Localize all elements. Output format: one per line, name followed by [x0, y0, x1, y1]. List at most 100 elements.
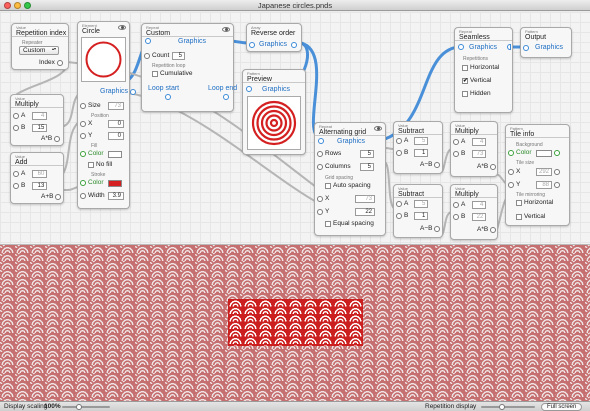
a-input-port[interactable] — [396, 201, 402, 207]
x-field[interactable]: 73 — [355, 195, 375, 203]
b-input-port[interactable] — [396, 150, 402, 156]
rows-input-port[interactable] — [317, 151, 323, 157]
a-field[interactable]: 4 — [472, 138, 487, 146]
size-input-port[interactable] — [80, 103, 86, 109]
fill-color-port[interactable] — [80, 151, 86, 157]
a-input-port[interactable] — [13, 171, 19, 177]
loop-start-port[interactable] — [165, 94, 171, 100]
b-input-port[interactable] — [396, 213, 402, 219]
y-input-port[interactable] — [317, 209, 323, 215]
hidden-checkbox[interactable] — [462, 91, 468, 97]
count-field[interactable]: 5 — [172, 52, 185, 60]
y-field[interactable]: 22 — [355, 208, 375, 216]
graphics-output-port[interactable] — [291, 42, 298, 48]
node-preview[interactable]: Pattern Preview Graphics — [242, 69, 306, 155]
repetition-display-knob[interactable] — [499, 404, 505, 410]
graphics-input-port[interactable] — [318, 138, 324, 144]
a-field[interactable]: 4 — [472, 201, 487, 209]
node-subtract-1[interactable]: Value Subtract A5 B1 A−B — [393, 121, 443, 174]
y-field[interactable]: 0 — [108, 132, 124, 140]
columns-field[interactable]: 5 — [360, 163, 374, 171]
node-add-1[interactable]: Value Add A 60 B 13 A+B — [10, 152, 64, 204]
b-field[interactable]: 22 — [472, 213, 487, 221]
stroke-color-swatch[interactable] — [108, 179, 122, 187]
count-input-port[interactable] — [144, 53, 150, 59]
x-input-port[interactable] — [80, 121, 86, 127]
tile-x-field[interactable]: 292 — [536, 168, 552, 176]
b-input-port[interactable] — [13, 183, 19, 189]
node-multiply-2[interactable]: Value Multiply A4 B 73 A*B — [450, 121, 498, 177]
b-field[interactable]: 15 — [32, 124, 48, 132]
a-field[interactable]: 4 — [32, 112, 48, 120]
a-input-port[interactable] — [396, 138, 402, 144]
background-color-swatch[interactable] — [536, 149, 552, 157]
repetition-display-slider[interactable] — [481, 404, 535, 410]
b-input-port[interactable] — [13, 125, 19, 131]
b-field[interactable]: 1 — [414, 212, 429, 220]
a-input-port[interactable] — [13, 113, 19, 119]
size-field[interactable]: 73 — [108, 102, 124, 110]
y-input-port[interactable] — [80, 133, 86, 139]
vertical-checkbox[interactable]: ✔ — [462, 78, 468, 84]
index-output-port[interactable] — [56, 60, 63, 66]
graphics-input-port[interactable] — [249, 42, 255, 48]
result-output-port[interactable] — [434, 226, 441, 232]
mirror-vertical-checkbox[interactable] — [516, 214, 522, 220]
node-reverse-order[interactable]: Array Reverse order Graphics — [246, 23, 302, 52]
graphics-input-port[interactable] — [458, 44, 464, 50]
graphics-output-port[interactable] — [507, 44, 511, 50]
b-input-port[interactable] — [453, 214, 459, 220]
node-tile-info[interactable]: Pattern Tile info Background Color Tile s… — [505, 124, 570, 226]
loop-end-port[interactable] — [223, 94, 229, 100]
node-repetition-index[interactable]: ValueRepetition index Repeater Custom In… — [11, 23, 69, 70]
x-field[interactable]: 0 — [108, 120, 124, 128]
background-color-output-port[interactable] — [554, 150, 560, 156]
width-field[interactable]: 3.9 — [108, 192, 124, 200]
no-fill-checkbox[interactable] — [88, 162, 94, 168]
display-scaling-knob[interactable] — [76, 404, 82, 410]
tile-y-input-port[interactable] — [508, 182, 514, 188]
fill-color-swatch[interactable] — [108, 150, 122, 158]
node-canvas[interactable]: ValueRepetition index Repeater Custom In… — [0, 12, 590, 245]
result-output-port[interactable] — [55, 194, 62, 200]
visibility-eye-icon[interactable] — [222, 27, 230, 32]
x-input-port[interactable] — [317, 196, 323, 202]
auto-spacing-checkbox[interactable] — [325, 183, 331, 189]
result-output-port[interactable] — [434, 162, 441, 168]
a-field[interactable]: 60 — [32, 170, 48, 178]
result-output-port[interactable] — [490, 227, 497, 233]
display-scaling-slider[interactable] — [62, 404, 110, 410]
horizontal-checkbox[interactable] — [462, 65, 468, 71]
node-seamless[interactable]: Repeat Seamless Graphics Repetitions Hori… — [454, 27, 513, 113]
node-custom[interactable]: Repeat Custom Graphics Count 5 Repetition … — [141, 23, 237, 112]
tile-x-input-port[interactable] — [508, 169, 514, 175]
columns-input-port[interactable] — [317, 164, 323, 170]
graphics-input-port[interactable] — [246, 86, 252, 92]
b-field[interactable]: 13 — [32, 182, 48, 190]
cumulative-checkbox[interactable] — [152, 71, 158, 77]
mirror-horizontal-checkbox[interactable] — [516, 200, 522, 206]
b-field[interactable]: 73 — [472, 150, 487, 158]
graphics-input-port[interactable] — [145, 38, 151, 44]
result-output-port[interactable] — [490, 164, 497, 170]
node-subtract-2[interactable]: Value Subtract A5 B1 A−B — [393, 184, 443, 238]
node-circle[interactable]: Element Circle Graphics Size 73 Position X… — [77, 21, 137, 209]
a-input-port[interactable] — [453, 202, 459, 208]
tile-y-field[interactable]: 88 — [536, 181, 552, 189]
graphics-output-port[interactable] — [130, 89, 137, 95]
equal-spacing-checkbox[interactable] — [325, 221, 331, 227]
graphics-input-port[interactable] — [523, 45, 529, 51]
node-multiply-1[interactable]: Value Multiply A4 B 15 A*B — [10, 94, 64, 146]
result-output-port[interactable] — [54, 136, 61, 142]
tile-y-output-port[interactable] — [554, 182, 560, 188]
background-color-port[interactable] — [508, 150, 514, 156]
b-input-port[interactable] — [453, 151, 459, 157]
width-input-port[interactable] — [80, 193, 86, 199]
visibility-eye-icon[interactable] — [374, 126, 382, 131]
node-multiply-3[interactable]: Value Multiply A4 B 22 A*B — [450, 184, 498, 240]
repeater-select[interactable]: Custom — [19, 46, 59, 55]
node-alternating-grid[interactable]: Repeat Alternating grid Graphics Rows 5 Co… — [314, 122, 386, 236]
full-screen-button[interactable]: Full screen — [541, 403, 583, 411]
a-field[interactable]: 5 — [414, 137, 429, 145]
b-field[interactable]: 1 — [414, 149, 429, 157]
